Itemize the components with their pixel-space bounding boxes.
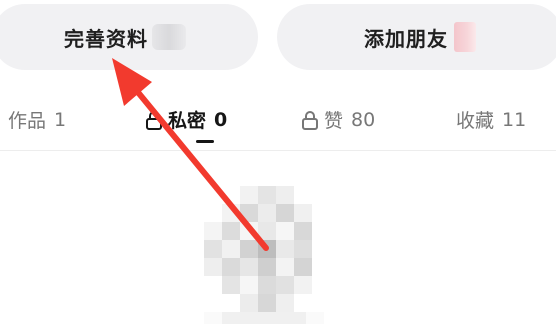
tab-count: 80 <box>351 108 376 131</box>
edit-profile-button[interactable]: 完善资料 <box>0 4 258 70</box>
tab-private[interactable]: 私密 0 <box>146 106 227 133</box>
tab-label: 私密 <box>168 110 207 132</box>
tab-label: 收藏 <box>456 110 495 132</box>
tab-count: 0 <box>214 108 228 131</box>
content-tabs: 作品 1 私密 0 赞 80 收藏 11 <box>0 96 556 148</box>
blurred-badge <box>152 24 186 50</box>
add-friend-button[interactable]: 添加朋友 <box>277 4 556 70</box>
tab-count: 11 <box>502 108 527 131</box>
pixelated-image <box>204 186 324 324</box>
active-tab-indicator <box>196 140 214 143</box>
tab-likes[interactable]: 赞 80 <box>302 106 375 133</box>
tabs-divider <box>0 150 556 151</box>
tab-works[interactable]: 作品 1 <box>8 106 66 133</box>
lock-icon <box>146 110 162 130</box>
tab-favorites[interactable]: 收藏 11 <box>456 106 526 133</box>
tab-count: 1 <box>54 108 67 131</box>
blurred-badge <box>454 22 476 52</box>
tab-label: 作品 <box>8 110 47 132</box>
tab-label: 赞 <box>324 110 344 132</box>
edit-profile-label: 完善资料 <box>64 26 148 51</box>
add-friend-label: 添加朋友 <box>364 26 448 51</box>
lock-icon <box>302 110 318 130</box>
profile-screen: 完善资料 添加朋友 作品 1 私密 0 赞 80 收藏 11 <box>0 0 556 325</box>
